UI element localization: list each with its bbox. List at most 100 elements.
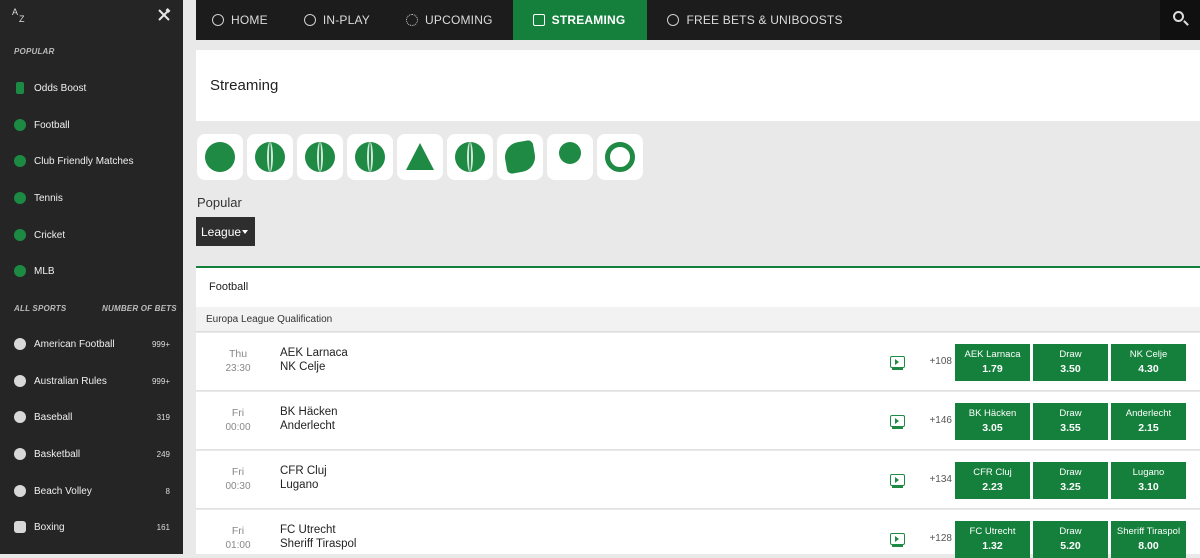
boxing-glove-icon bbox=[14, 521, 26, 533]
odds-label: Draw bbox=[1059, 526, 1082, 537]
bet-count: 999+ bbox=[151, 376, 170, 386]
sidebar-item-baseball[interactable]: Baseball 319 bbox=[0, 405, 183, 429]
match-day: Thu bbox=[228, 348, 248, 360]
football-icon bbox=[14, 119, 26, 131]
live-stream-icon[interactable] bbox=[890, 533, 905, 547]
sidebar-item-label: Tennis bbox=[34, 192, 63, 204]
american-football-icon bbox=[14, 338, 26, 350]
sidebar: AZ POPULAR Odds Boost Football Club Frie… bbox=[0, 0, 183, 554]
more-markets-count[interactable]: +146 bbox=[920, 415, 952, 426]
sidebar-item-football[interactable]: Football bbox=[0, 113, 183, 137]
odds-label: Draw bbox=[1059, 349, 1082, 360]
sidebar-item-cricket[interactable]: Cricket bbox=[0, 223, 183, 247]
odds-button-home[interactable]: AEK Larnaca 1.79 bbox=[955, 344, 1030, 381]
odds-value: 3.55 bbox=[1060, 422, 1081, 434]
odds-value: 2.23 bbox=[982, 481, 1003, 493]
odds-button-home[interactable]: FC Utrecht 1.32 bbox=[955, 521, 1030, 558]
odds-button-away[interactable]: Anderlecht 2.15 bbox=[1111, 403, 1186, 440]
match-row[interactable]: Thu 23:30 AEK Larnaca NK Celje +108 AEK … bbox=[196, 333, 1200, 391]
nav-label: STREAMING bbox=[551, 13, 626, 27]
sidebar-item-american-football[interactable]: American Football 999+ bbox=[0, 332, 183, 356]
bet-count: 999+ bbox=[151, 339, 170, 349]
sidebar-item-label: Odds Boost bbox=[34, 82, 87, 94]
odds-button-draw[interactable]: Draw 3.55 bbox=[1033, 403, 1108, 440]
sport-filter-table-tennis[interactable] bbox=[547, 134, 593, 180]
more-markets-count[interactable]: +108 bbox=[920, 356, 952, 367]
sport-filter-tennis-ball[interactable] bbox=[597, 134, 643, 180]
cricket-icon bbox=[14, 229, 26, 241]
sport-filter-tennis[interactable] bbox=[247, 134, 293, 180]
nav-upcoming[interactable]: UPCOMING bbox=[390, 0, 513, 40]
league-dropdown[interactable]: League bbox=[196, 217, 255, 246]
match-row[interactable]: Fri 01:00 FC Utrecht Sheriff Tiraspol +1… bbox=[196, 510, 1200, 558]
sidebar-item-label: Football bbox=[34, 119, 70, 131]
odds-label: NK Celje bbox=[1129, 349, 1168, 360]
odds-button-draw[interactable]: Draw 5.20 bbox=[1033, 521, 1108, 558]
baseball-icon bbox=[14, 411, 26, 423]
nav-label: UPCOMING bbox=[425, 13, 493, 27]
tennis-icon bbox=[14, 192, 26, 204]
upcoming-icon bbox=[406, 14, 419, 26]
tools-icon[interactable] bbox=[157, 8, 171, 22]
sidebar-item-club-friendly[interactable]: Club Friendly Matches bbox=[0, 149, 183, 173]
odds-value: 2.15 bbox=[1138, 422, 1159, 434]
home-icon bbox=[212, 14, 224, 26]
home-team: AEK Larnaca bbox=[280, 347, 348, 359]
sidebar-item-boxing[interactable]: Boxing 161 bbox=[0, 515, 183, 539]
odds-button-home[interactable]: BK Häcken 3.05 bbox=[955, 403, 1030, 440]
sidebar-item-tennis[interactable]: Tennis bbox=[0, 186, 183, 210]
clock-icon bbox=[303, 14, 316, 26]
tennis-ball-icon bbox=[605, 142, 635, 172]
sport-section-title: Football bbox=[209, 281, 249, 293]
live-stream-icon[interactable] bbox=[890, 356, 905, 370]
ball-seam bbox=[267, 142, 273, 172]
bet-count: 319 bbox=[156, 412, 170, 422]
match-row[interactable]: Fri 00:00 BK Häcken Anderlecht +146 BK H… bbox=[196, 392, 1200, 450]
sidebar-item-mlb[interactable]: MLB bbox=[0, 259, 183, 283]
home-team: BK Häcken bbox=[280, 406, 338, 418]
more-markets-count[interactable]: +134 bbox=[920, 474, 952, 485]
odds-button-away[interactable]: Sheriff Tiraspol 8.00 bbox=[1111, 521, 1186, 558]
sport-section-header[interactable]: Football bbox=[196, 268, 1200, 307]
circle-icon bbox=[667, 14, 680, 26]
live-stream-icon[interactable] bbox=[890, 415, 905, 429]
sport-filter-darts[interactable] bbox=[447, 134, 493, 180]
sport-filter-rugby[interactable] bbox=[497, 134, 543, 180]
odds-value: 3.05 bbox=[982, 422, 1003, 434]
sport-filter-basketball[interactable] bbox=[297, 134, 343, 180]
search-icon bbox=[1173, 11, 1184, 22]
sidebar-item-label: MLB bbox=[34, 265, 55, 277]
odds-label: Lugano bbox=[1132, 467, 1165, 478]
league-header: Europa League Qualification bbox=[196, 307, 1200, 332]
sidebar-item-label: Club Friendly Matches bbox=[34, 155, 134, 167]
sidebar-item-label: Basketball bbox=[34, 448, 81, 460]
odds-button-home[interactable]: CFR Cluj 2.23 bbox=[955, 462, 1030, 499]
nav-free-bets[interactable]: FREE BETS & UNIBOOSTS bbox=[647, 0, 862, 40]
ball-seam bbox=[467, 142, 473, 172]
table-tennis-icon bbox=[559, 142, 581, 164]
nav-in-play[interactable]: IN-PLAY bbox=[288, 0, 390, 40]
search-button[interactable] bbox=[1160, 0, 1200, 40]
sidebar-item-australian-rules[interactable]: Australian Rules 999+ bbox=[0, 369, 183, 393]
sport-filter-cricket[interactable] bbox=[347, 134, 393, 180]
sport-filter-snooker[interactable] bbox=[397, 134, 443, 180]
odds-button-away[interactable]: NK Celje 4.30 bbox=[1111, 344, 1186, 381]
nav-streaming[interactable]: STREAMING bbox=[512, 0, 648, 40]
sidebar-item-basketball[interactable]: Basketball 249 bbox=[0, 442, 183, 466]
odds-label: Anderlecht bbox=[1125, 408, 1172, 419]
odds-button-draw[interactable]: Draw 3.50 bbox=[1033, 344, 1108, 381]
odds-button-draw[interactable]: Draw 3.25 bbox=[1033, 462, 1108, 499]
more-markets-count[interactable]: +128 bbox=[920, 533, 952, 544]
odds-button-away[interactable]: Lugano 3.10 bbox=[1111, 462, 1186, 499]
match-time: 23:30 bbox=[225, 363, 251, 374]
match-day: Fri bbox=[231, 525, 245, 537]
match-row[interactable]: Fri 00:30 CFR Cluj Lugano +134 CFR Cluj 2… bbox=[196, 451, 1200, 509]
live-stream-icon[interactable] bbox=[890, 474, 905, 488]
sidebar-item-odds-boost[interactable]: Odds Boost bbox=[0, 76, 183, 100]
sidebar-item-beach-volley[interactable]: Beach Volley 8 bbox=[0, 479, 183, 503]
sidebar-item-label: Australian Rules bbox=[34, 375, 107, 387]
bet-count: 8 bbox=[165, 486, 170, 496]
sport-filter-football[interactable] bbox=[197, 134, 243, 180]
nav-home[interactable]: HOME bbox=[196, 0, 288, 40]
odds-value: 5.20 bbox=[1060, 540, 1081, 552]
